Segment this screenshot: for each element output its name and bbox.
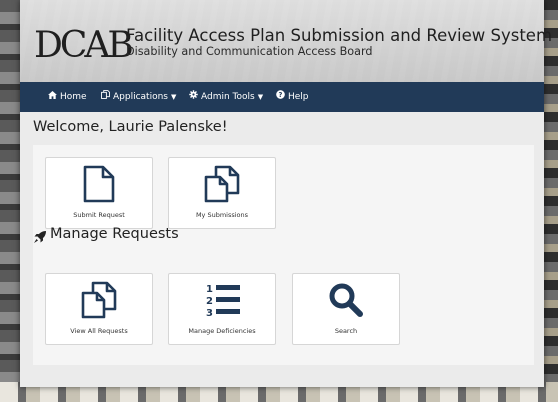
dcab-logo[interactable]: DCAB (34, 26, 134, 66)
site-title: Facility Access Plan Submission and Revi… (126, 26, 553, 45)
manage-requests-title: Manage Requests (50, 226, 179, 242)
submit-request-label: Submit Request (73, 211, 125, 219)
nav-home[interactable]: Home (48, 82, 87, 112)
view-all-requests-tile[interactable]: View All Requests (45, 273, 153, 345)
copy-icon (204, 165, 240, 203)
numbered-list-icon: 1 2 3 (206, 284, 240, 319)
nav-admin-tools-label: Admin Tools (201, 92, 255, 102)
copy-icon (81, 281, 117, 319)
chevron-down-icon: ▼ (170, 93, 177, 101)
manage-deficiencies-tile[interactable]: 1 2 3 Manage Deficiencies (168, 273, 276, 345)
nav-help-label: Help (288, 92, 309, 102)
rocket-icon (33, 229, 47, 248)
nav-home-label: Home (60, 92, 87, 102)
search-icon (329, 283, 363, 317)
svg-text:2: 2 (206, 296, 213, 307)
view-all-requests-label: View All Requests (70, 327, 128, 335)
search-tile[interactable]: Search (292, 273, 400, 345)
main-navbar: Home Applications ▼ Admin Tools ▼ ? Help (20, 82, 544, 112)
search-label: Search (334, 327, 358, 335)
main-content: Welcome, Laurie Palenske! Submit Request (20, 112, 544, 387)
background-photo-right (544, 0, 558, 402)
chevron-down-icon: ▼ (257, 93, 264, 101)
welcome-heading: Welcome, Laurie Palenske! (33, 119, 228, 135)
copy-icon (101, 82, 110, 112)
site-subtitle: Disability and Communication Access Boar… (126, 45, 373, 58)
question-circle-icon: ? (276, 82, 285, 112)
my-submissions-label: My Submissions (195, 211, 249, 219)
gear-icon (189, 82, 198, 112)
svg-text:1: 1 (206, 284, 213, 295)
dashboard-panel: Submit Request My Submissions Manage Req… (33, 145, 534, 365)
manage-deficiencies-label: Manage Deficiencies (188, 327, 256, 335)
app-frame: DCAB Facility Access Plan Submission and… (20, 0, 552, 387)
nav-applications-label: Applications (113, 92, 168, 102)
nav-admin-tools[interactable]: Admin Tools ▼ (189, 82, 263, 112)
site-header: DCAB Facility Access Plan Submission and… (20, 0, 552, 82)
home-icon (48, 82, 57, 112)
submit-request-tile[interactable]: Submit Request (45, 157, 153, 229)
my-submissions-tile[interactable]: My Submissions (168, 157, 276, 229)
svg-text:?: ? (279, 91, 283, 99)
background-photo-left (0, 0, 20, 402)
document-icon (83, 165, 115, 203)
nav-applications[interactable]: Applications ▼ (101, 82, 176, 112)
nav-help[interactable]: ? Help (276, 82, 309, 112)
manage-requests-heading: Manage Requests (33, 226, 333, 248)
svg-text:3: 3 (206, 308, 213, 319)
